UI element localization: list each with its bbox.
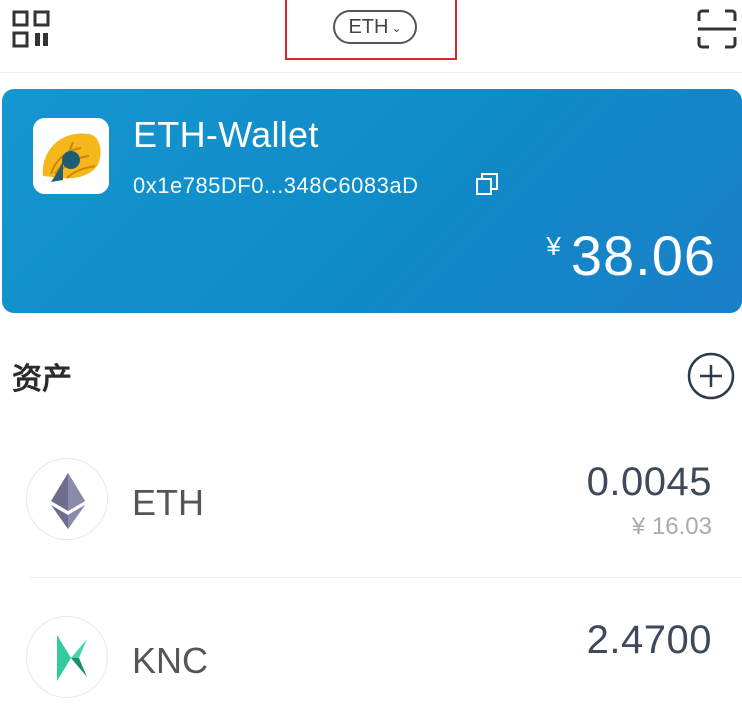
assets-title: 资产 xyxy=(12,362,72,397)
nautilus-logo-icon xyxy=(33,118,109,194)
top-bar: ETH ⌄ xyxy=(0,0,742,73)
balance-amount: 38.06 xyxy=(570,224,716,287)
scan-icon[interactable] xyxy=(696,8,738,50)
token-amount: 2.4700 xyxy=(586,618,712,662)
wallet-address: 0x1e785DF0...348C6083aD xyxy=(133,173,419,198)
asset-row-eth[interactable]: ETH 0.0045 ¥ 16.03 xyxy=(0,440,742,580)
chain-selector-label: ETH xyxy=(348,15,389,38)
kyber-network-icon xyxy=(26,616,108,698)
asset-row-knc[interactable]: KNC 2.4700 xyxy=(0,582,742,722)
wallet-balance: ¥ 38.06 xyxy=(546,223,716,288)
token-symbol: ETH xyxy=(132,482,204,523)
qr-code-icon[interactable] xyxy=(12,10,50,48)
token-symbol: KNC xyxy=(132,640,209,681)
chain-selector-button[interactable]: ETH ⌄ xyxy=(333,10,417,44)
wallet-logo xyxy=(33,118,109,194)
wallet-name: ETH-Wallet xyxy=(133,114,319,155)
wallet-card[interactable]: ETH-Wallet 0x1e785DF0...348C6083aD ¥ 38.… xyxy=(2,89,742,313)
copy-icon[interactable] xyxy=(474,171,500,197)
currency-symbol: ¥ xyxy=(546,231,561,261)
list-divider xyxy=(30,577,742,578)
token-fiat-value: ¥ 16.03 xyxy=(631,513,712,540)
token-amount: 0.0045 xyxy=(586,460,712,504)
chevron-down-icon: ⌄ xyxy=(391,21,402,35)
ethereum-icon xyxy=(26,458,108,540)
add-asset-button[interactable] xyxy=(687,352,735,400)
